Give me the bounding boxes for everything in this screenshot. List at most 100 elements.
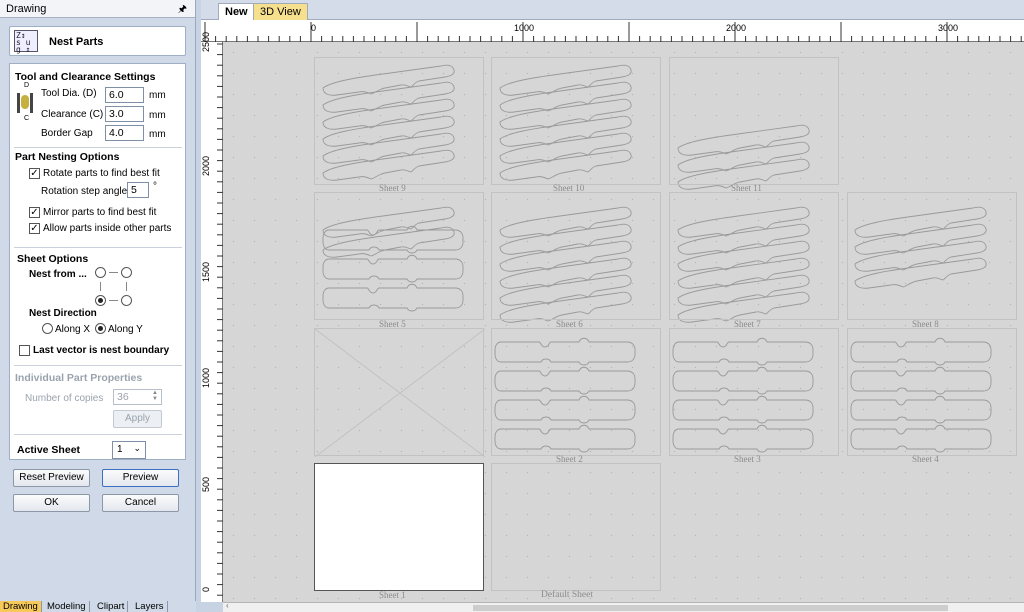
tab-modeling[interactable]: Modeling [44,601,90,612]
ruler-label: 2000 [726,23,747,33]
sheet-outline[interactable] [847,192,1017,320]
corner-top-right-radio[interactable] [121,267,132,278]
horizontal-scrollbar[interactable]: ‹ [223,601,1024,612]
drawing-canvas[interactable]: Sheet 9 Sheet 10 Sheet 11 Sheet 5 Sheet … [223,42,1024,602]
separator [14,147,182,148]
clearance-field[interactable] [105,106,144,122]
sheet-outline[interactable] [847,328,1017,456]
sheet-outline[interactable] [491,192,661,320]
sheet-label: Sheet 8 [912,319,939,329]
rotate-checkbox[interactable]: ✓ [29,168,40,179]
along-x-radio[interactable] [42,323,53,334]
tool-dia-field[interactable] [105,87,144,103]
ruler-label: 0 [311,23,317,33]
corner-bottom-left-radio[interactable] [95,295,106,306]
sheet-label: Sheet 7 [734,319,761,329]
ruler-label: 3000 [938,23,959,33]
ruler-label: 500 [201,476,211,492]
ruler-label: 2000 [201,155,211,176]
allow-inside-label: Allow parts inside other parts [43,223,172,234]
tab-new[interactable]: New [218,3,255,20]
sheet-outline-empty[interactable] [314,328,485,457]
default-sheet-outline[interactable] [491,463,661,591]
corner-bottom-right-radio[interactable] [121,295,132,306]
sheet-outline[interactable] [314,57,484,185]
scrollbar-thumb[interactable] [473,605,948,611]
clearance-label: Clearance (C) [41,109,104,120]
corner-top-left-radio[interactable] [95,267,106,278]
border-gap-unit: mm [149,129,166,140]
ruler-label: 1000 [201,367,211,388]
c-letter: C [24,115,30,122]
sheet-outline[interactable] [669,328,839,456]
tool-dia-unit: mm [149,90,166,101]
sheet-outline[interactable] [669,57,839,185]
separator [14,365,182,366]
ruler-label: 1000 [514,23,535,33]
nest-from-corner-selector [95,267,135,307]
active-sheet-select[interactable]: 1 ⌄ [112,441,146,459]
ruler-label: 2500 [201,31,211,52]
sheet-label: Sheet 5 [379,319,406,329]
along-y-radio[interactable] [95,323,106,334]
along-x-label: Along X [55,324,91,335]
ok-button[interactable]: OK [13,494,90,512]
panel-title-bar: Drawing 🖈 [0,0,195,18]
copies-spinner[interactable]: ▲ ▼ [149,390,161,404]
sheet-label: Sheet 2 [556,454,583,464]
cancel-button[interactable]: Cancel [102,494,179,512]
pin-icon[interactable]: 🖈 [178,2,187,19]
document-tabs: New 3D View [201,0,1024,20]
tool-diagram-icon: D C [15,82,35,125]
sheet-outline[interactable] [314,192,484,320]
preview-button[interactable]: Preview [102,469,179,487]
degree-symbol: ° [153,181,157,192]
nesting-section-title: Part Nesting Options [15,151,120,163]
tool-section-title: Tool and Clearance Settings [15,71,156,83]
nest-from-label: Nest from ... [29,269,87,280]
separator [14,434,182,435]
settings-box: Tool and Clearance Settings D C Tool Dia… [9,63,186,460]
sheet-label: Sheet 10 [553,183,585,193]
ruler-label: 0 [201,586,211,592]
tab-clipart[interactable]: Clipart [94,601,129,612]
sheet-label: Sheet 4 [912,454,939,464]
clearance-unit: mm [149,110,166,121]
border-gap-label: Border Gap [41,128,93,139]
tab-drawing[interactable]: Drawing [0,601,42,612]
last-vector-label: Last vector is nest boundary [33,345,170,356]
d-letter: D [24,82,30,89]
apply-button[interactable]: Apply [113,410,162,428]
reset-preview-button[interactable]: Reset Preview [13,469,90,487]
panel-title: Drawing [6,3,47,15]
scroll-left-icon[interactable]: ‹ [226,601,229,610]
rotation-step-field[interactable] [127,182,149,198]
nest-direction-label: Nest Direction [29,308,97,319]
active-sheet-outline[interactable] [314,463,484,591]
mirror-label: Mirror parts to find best fit [43,207,157,218]
sheet-section-title: Sheet Options [17,253,89,265]
panel-tabs: Drawing Modeling Clipart Layers [0,601,196,612]
sheet-outline[interactable] [669,192,839,320]
sheet-outline[interactable] [491,57,661,185]
rotation-step-label: Rotation step angle [41,186,128,197]
sheet-label: Sheet 1 [379,590,406,600]
sheet-label: Sheet 11 [731,183,762,193]
separator [14,247,182,248]
tab-3d-view[interactable]: 3D View [253,3,308,20]
mirror-checkbox[interactable]: ✓ [29,207,40,218]
allow-inside-checkbox[interactable]: ✓ [29,223,40,234]
nest-parts-icon: Z↕ s ug ↕ [14,30,38,54]
rotate-label: Rotate parts to find best fit [43,168,160,179]
tab-layers[interactable]: Layers [132,601,168,612]
active-sheet-value: 1 [117,444,123,455]
border-gap-field[interactable] [105,125,144,141]
ruler-top: 0 1000 2000 3000 [201,20,1024,42]
copies-label: Number of copies [25,393,104,404]
tool-dia-label: Tool Dia. (D) [41,88,97,99]
last-vector-checkbox[interactable] [19,345,30,356]
sheet-outline[interactable] [491,328,661,456]
nest-parts-title: Nest Parts [49,36,104,48]
ruler-left: 2500 2000 1500 1000 500 0 [201,32,223,602]
chevron-down-icon: ⌄ [133,443,141,453]
